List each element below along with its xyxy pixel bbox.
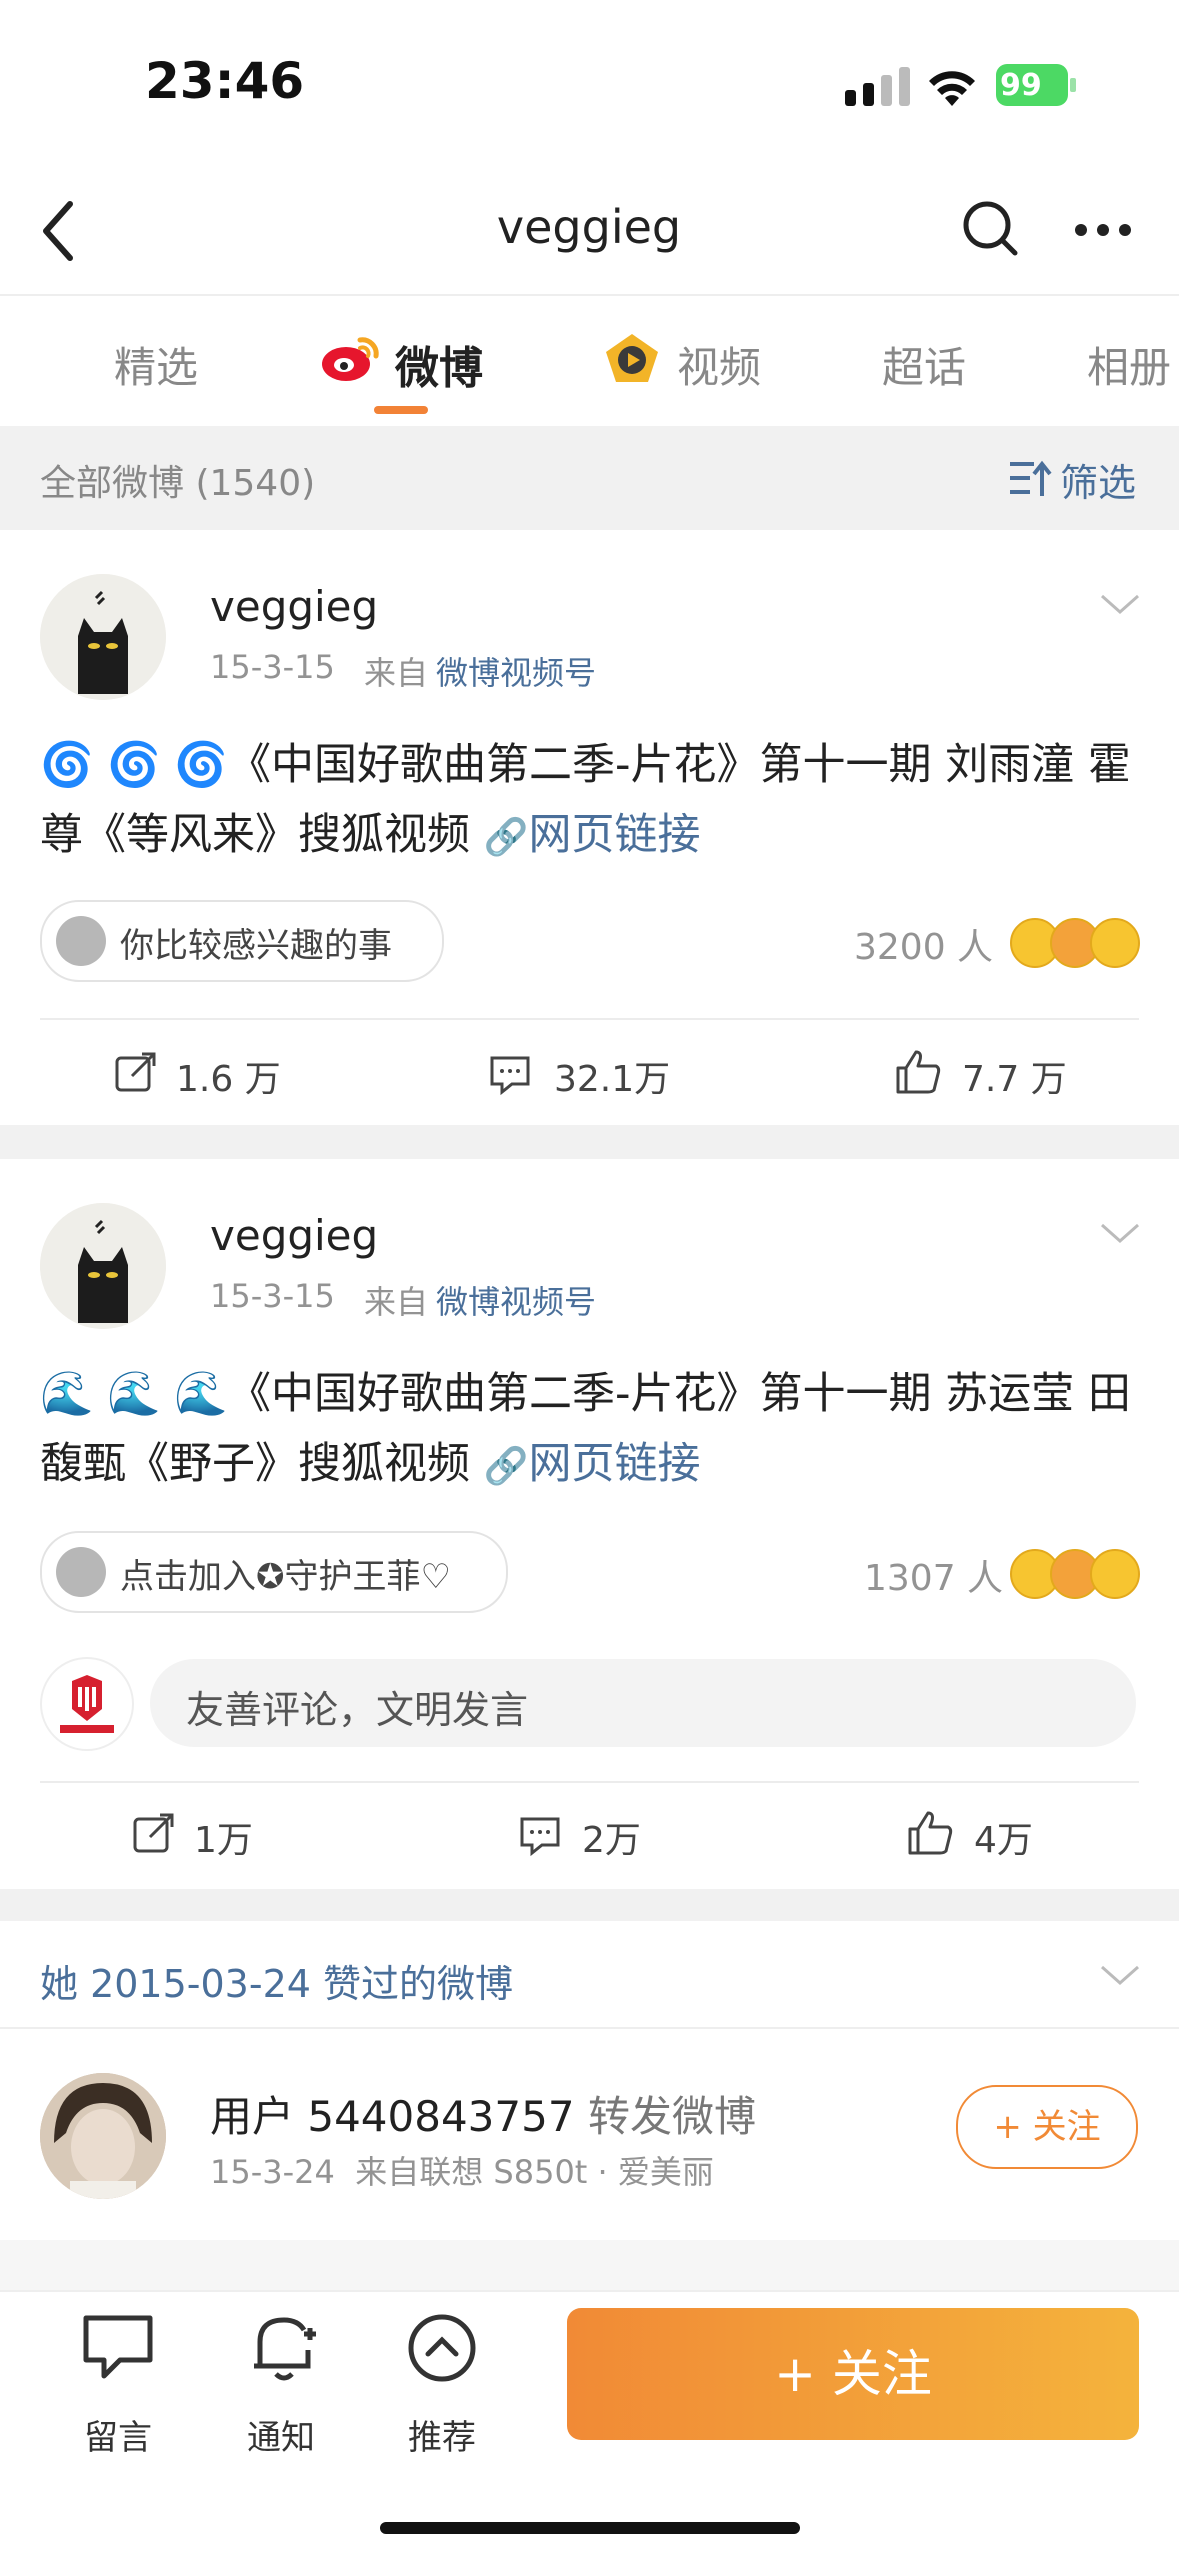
- comment-count[interactable]: 32.1万: [554, 1050, 670, 1102]
- link-icon: 🔗: [483, 817, 529, 858]
- signal-icon: [845, 66, 911, 108]
- clock: 23:46: [145, 52, 305, 110]
- comment-count[interactable]: 2万: [582, 1811, 641, 1863]
- liked-section-title: 她 2015-03-24 赞过的微博: [40, 1962, 513, 2006]
- comment-input-placeholder: 友善评论，文明发言: [186, 1688, 529, 1732]
- weibo-logo-icon: [320, 332, 382, 384]
- shock-emoji-icon: [1090, 918, 1140, 968]
- web-link[interactable]: 网页链接: [529, 1439, 701, 1489]
- tab-weibo[interactable]: 微博: [395, 332, 483, 396]
- liked-post-meta: 15-3-24 来自联想 S850t · 爱美丽: [210, 2153, 714, 2191]
- repost-icon: [114, 1050, 158, 1094]
- back-icon[interactable]: [34, 196, 84, 266]
- post-body: 🌀 🌀 🌀《中国好歌曲第二季-片花》第十一期 刘雨潼 霍尊《等风来》搜狐视频 🔗…: [40, 730, 1140, 873]
- tab-video[interactable]: 视频: [677, 334, 761, 395]
- post-card: veggieg 15-3-15 来自 微博视频号 🌀 🌀 🌀《中国好歌曲第二季-…: [0, 530, 1179, 1125]
- divider: [40, 1018, 1139, 1020]
- post-source[interactable]: 微博视频号: [436, 648, 596, 694]
- post-source-prefix: 来自: [364, 654, 429, 692]
- battery-level: 99: [1000, 68, 1042, 103]
- liked-post-user[interactable]: 用户 5440843757: [210, 2083, 575, 2144]
- repost-icon: [132, 1811, 176, 1855]
- like-icon: [894, 1048, 942, 1096]
- post-source-prefix: 来自: [364, 1283, 429, 1321]
- shock-emoji-icon: [1090, 1549, 1140, 1599]
- tab-active-indicator: [374, 406, 428, 414]
- filter-bar: 全部微博 (1540) 筛选: [0, 426, 1179, 530]
- like-count[interactable]: 7.7 万: [962, 1050, 1067, 1102]
- avatar[interactable]: [40, 1203, 166, 1329]
- link-icon: 🔗: [483, 1446, 529, 1487]
- recommend-label[interactable]: 推荐: [382, 2410, 502, 2459]
- chevron-down-icon[interactable]: [1098, 1961, 1142, 1991]
- post-date: 15-3-15: [210, 1277, 335, 1315]
- wifi-icon: [925, 64, 979, 108]
- liked-post-action: 转发微博: [588, 2092, 757, 2141]
- bell-icon[interactable]: [246, 2310, 322, 2384]
- message-icon[interactable]: [80, 2312, 156, 2382]
- filter-icon[interactable]: [1008, 456, 1052, 500]
- tab-featured[interactable]: 精选: [114, 334, 198, 395]
- filter-button[interactable]: 筛选: [1060, 452, 1136, 507]
- topic-tag[interactable]: 你比较感兴趣的事: [40, 900, 444, 982]
- home-indicator: [380, 2522, 800, 2534]
- message-label[interactable]: 留言: [58, 2410, 178, 2459]
- tab-bar: 精选 微博 视频 超话 相册: [0, 296, 1179, 426]
- comment-icon: [488, 1052, 532, 1096]
- comment-input[interactable]: 友善评论，文明发言: [150, 1659, 1136, 1747]
- post-body-emoji: 🌀 🌀 🌀: [40, 740, 228, 790]
- like-icon: [906, 1809, 954, 1857]
- people-count: 1307 人: [864, 1558, 1004, 1599]
- page-title: veggieg: [496, 200, 682, 254]
- avatar[interactable]: [40, 2073, 166, 2199]
- avatar[interactable]: [40, 574, 166, 700]
- post-body: 🌊 🌊 🌊《中国好歌曲第二季-片花》第十一期 苏运莹 田馥甄《野子》搜狐视频 🔗…: [40, 1359, 1140, 1502]
- tab-album[interactable]: 相册: [1087, 334, 1171, 395]
- recommend-icon[interactable]: [406, 2312, 478, 2384]
- notify-label[interactable]: 通知: [221, 2410, 341, 2459]
- repost-count[interactable]: 1.6 万: [176, 1050, 281, 1102]
- topic-icon: [56, 1547, 106, 1597]
- post-username[interactable]: veggieg: [210, 582, 378, 631]
- section-divider: [0, 1125, 1179, 1159]
- nav-bar: veggieg: [0, 170, 1179, 296]
- like-count[interactable]: 4万: [974, 1811, 1033, 1863]
- search-icon[interactable]: [960, 198, 1020, 258]
- bottom-bar: 留言 通知 推荐 + 关注: [0, 2290, 1179, 2558]
- post-username[interactable]: veggieg: [210, 1211, 378, 1260]
- post-date: 15-3-15: [210, 648, 335, 686]
- all-posts-count: 全部微博 (1540): [40, 463, 316, 504]
- people-count: 3200 人: [854, 927, 994, 968]
- topic-tag[interactable]: 点击加入✪守护王菲♡: [40, 1531, 508, 1613]
- divider: [40, 1781, 1139, 1783]
- post-card: veggieg 15-3-15 来自 微博视频号 🌊 🌊 🌊《中国好歌曲第二季-…: [0, 1159, 1179, 1889]
- tab-super-topic[interactable]: 超话: [882, 334, 966, 395]
- liked-section-header: 她 2015-03-24 赞过的微博: [0, 1921, 1179, 2029]
- web-link[interactable]: 网页链接: [529, 810, 701, 860]
- follow-user-button[interactable]: + 关注: [956, 2085, 1138, 2169]
- post-source[interactable]: 微博视频号: [436, 1277, 596, 1323]
- follow-button[interactable]: + 关注: [567, 2308, 1139, 2440]
- video-icon: [604, 332, 660, 384]
- repost-preview: [0, 2240, 1179, 2290]
- topic-tag-label: 你比较感兴趣的事: [120, 926, 392, 966]
- section-divider: [0, 1889, 1179, 1921]
- commenter-avatar: [40, 1657, 134, 1751]
- chevron-down-icon[interactable]: [1098, 1219, 1142, 1249]
- chevron-down-icon[interactable]: [1098, 590, 1142, 620]
- topic-tag-label: 点击加入✪守护王菲♡: [120, 1557, 451, 1597]
- more-icon[interactable]: [1073, 220, 1133, 240]
- topic-icon: [56, 916, 106, 966]
- comment-icon: [518, 1813, 562, 1857]
- status-bar: 23:46 99: [0, 0, 1179, 170]
- post-body-emoji: 🌊 🌊 🌊: [40, 1369, 228, 1419]
- repost-count[interactable]: 1万: [194, 1811, 253, 1863]
- battery-icon: 99: [996, 64, 1078, 108]
